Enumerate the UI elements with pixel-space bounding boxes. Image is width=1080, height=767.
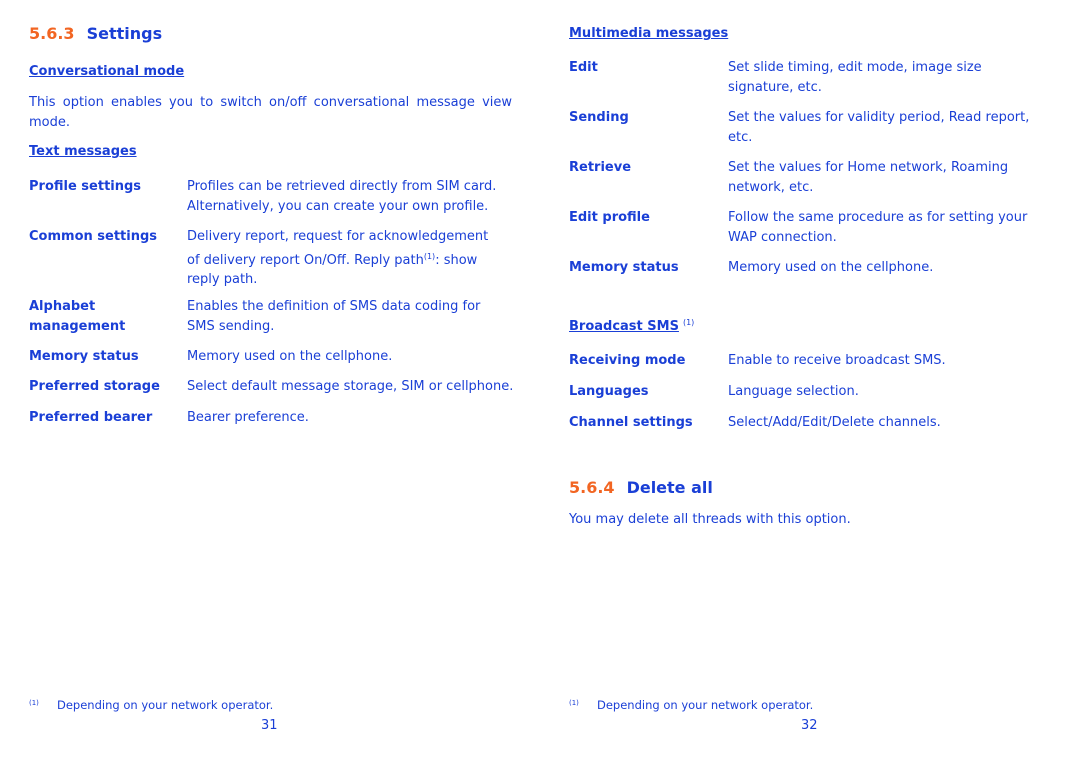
term: Common settings [29,229,158,244]
page-31: 5.6.3 Settings Conversational mode This o… [29,0,513,767]
description: Set slide timing, edit mode, image size … [728,60,982,95]
settings-row-memory-status-mms: Memory status Memory used on the cellpho… [569,258,1049,278]
settings-row-alphabet-management: Alphabet management Enables the definiti… [29,297,513,336]
term: Channel settings [569,415,693,430]
settings-row-edit: Edit Set slide timing, edit mode, image … [569,58,1049,97]
footnote-ref: (1) [682,318,695,327]
description: Bearer preference. [187,410,309,425]
settings-row-retrieve: Retrieve Set the values for Home network… [569,158,1049,197]
section-heading-settings: 5.6.3 Settings [29,24,162,43]
term: Alphabet management [29,299,126,334]
footnote-mark: (1) [29,699,39,707]
footnote: (1) Depending on your network operator. [29,698,273,712]
footnote-ref: (1) [423,251,436,261]
term: Sending [569,110,629,125]
term: Preferred bearer [29,410,153,425]
section-title: Settings [86,24,163,43]
term: Receiving mode [569,353,686,368]
page-number: 31 [261,718,278,733]
subheading-text: Broadcast SMS [569,319,679,334]
conversational-mode-text: This option enables you to switch on/off… [29,95,512,130]
description: Memory used on the cellphone. [728,260,934,275]
settings-row-edit-profile: Edit profile Follow the same procedure a… [569,208,1049,247]
settings-row-channel-settings: Channel settings Select/Add/Edit/Delete … [569,413,1049,433]
footnote-text: Depending on your network operator. [597,698,814,712]
settings-row-memory-status: Memory status Memory used on the cellpho… [29,347,513,367]
subheading-multimedia-messages: Multimedia messages [569,26,729,41]
description: Select/Add/Edit/Delete channels. [728,415,941,430]
description: Profiles can be retrieved directly from … [187,179,497,214]
section-number: 5.6.4 [569,478,615,497]
subheading-text-messages: Text messages [29,144,137,159]
term: Preferred storage [29,379,160,394]
description: Enable to receive broadcast SMS. [728,353,946,368]
page-number: 32 [801,718,818,733]
description: Select default message storage, SIM or c… [187,379,514,394]
description: Set the values for Home network, Roaming… [728,160,1009,195]
description: Enables the definition of SMS data codin… [187,299,481,334]
term: Profile settings [29,179,142,194]
section-title: Delete all [626,478,713,497]
delete-all-text: You may delete all threads with this opt… [569,512,851,527]
description: Delivery report, request for acknowledge… [187,227,513,290]
term: Edit [569,60,598,75]
footnote: (1) Depending on your network operator. [569,698,813,712]
description: Memory used on the cellphone. [187,349,393,364]
section-number: 5.6.3 [29,24,75,43]
subheading-conversational-mode: Conversational mode [29,64,185,79]
settings-row-receiving-mode: Receiving mode Enable to receive broadca… [569,351,1049,371]
page-32: Multimedia messages Edit Set slide timin… [569,0,1049,767]
settings-row-preferred-bearer: Preferred bearer Bearer preference. [29,408,513,428]
settings-row-profile-settings: Profile settings Profiles can be retriev… [29,177,513,216]
term: Edit profile [569,210,650,225]
settings-row-languages: Languages Language selection. [569,382,1049,402]
term: Retrieve [569,160,632,175]
term: Memory status [569,260,679,275]
settings-row-common-settings: Common settings Delivery report, request… [29,227,513,290]
footnote-text: Depending on your network operator. [57,698,274,712]
term: Memory status [29,349,139,364]
settings-row-sending: Sending Set the values for validity peri… [569,108,1049,147]
settings-row-preferred-storage: Preferred storage Select default message… [29,377,529,397]
term: Languages [569,384,649,399]
subheading-broadcast-sms: Broadcast SMS (1) [569,318,694,334]
description: Set the values for validity period, Read… [728,110,1030,145]
description: Language selection. [728,384,859,399]
section-heading-delete-all: 5.6.4 Delete all [569,478,713,497]
footnote-mark: (1) [569,699,579,707]
description: Follow the same procedure as for setting… [728,210,1028,245]
